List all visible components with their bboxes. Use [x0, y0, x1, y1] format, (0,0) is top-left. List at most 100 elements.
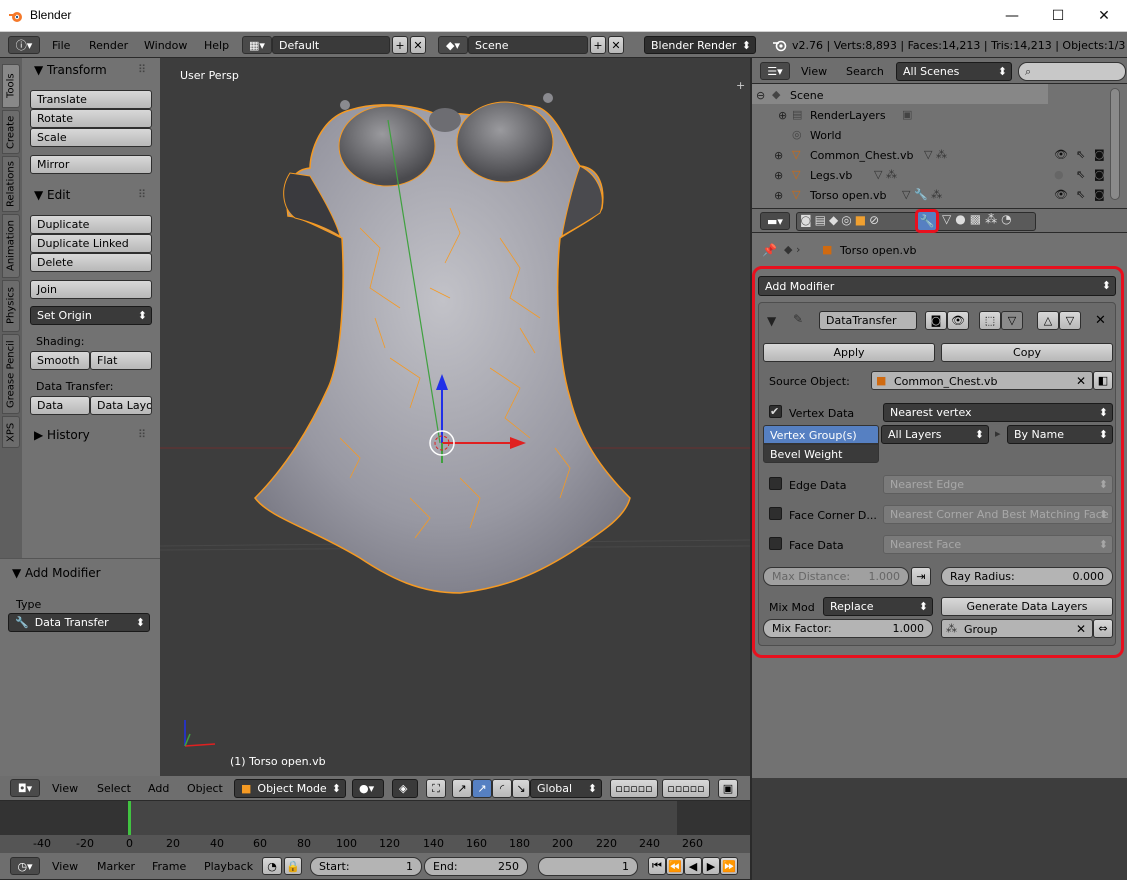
scene-icon[interactable]: ◆▾ [438, 36, 468, 54]
editor-type-3dview-icon[interactable]: ◘▾ [10, 779, 40, 797]
screen-layout-field[interactable]: Default [272, 36, 390, 54]
rotate-button[interactable]: Rotate [30, 109, 152, 128]
outliner-item-common-chest[interactable]: ⊕ ▽ Common_Chest.vb ▽ ⁂ 👁 ⇖ ◙ [752, 146, 1127, 166]
jump-next-key-icon[interactable]: ⏩ [720, 857, 738, 875]
shade-smooth-button[interactable]: Smooth [30, 351, 90, 370]
start-frame-field[interactable]: Start: 1 [310, 857, 422, 876]
tab-create[interactable]: Create [2, 110, 20, 154]
lock-camera-icon[interactable]: ▣ [718, 779, 738, 798]
apply-button[interactable]: Apply [763, 343, 935, 362]
object-data-toggle-icon[interactable]: ◧ [1093, 371, 1113, 390]
transform-panel-header[interactable]: ▼ Transform [34, 64, 107, 76]
close-window-button[interactable]: ✕ [1081, 0, 1127, 32]
layers-grid-1[interactable]: ▫▫▫▫▫ [610, 779, 658, 798]
editor-type-timeline-icon[interactable]: ◷▾ [10, 857, 40, 875]
show-viewport-icon[interactable]: 👁 [947, 311, 969, 330]
outliner-search-input[interactable]: ⌕ [1018, 62, 1126, 81]
menu-object[interactable]: Object [187, 783, 223, 794]
use-max-distance-icon[interactable]: ⇥ [911, 567, 931, 586]
invert-vertex-group-icon[interactable]: ⇔ [1093, 619, 1113, 638]
face-corner-mapping-dropdown[interactable]: Nearest Corner And Best Matching Face ⬍ [883, 505, 1113, 524]
bevel-weight-toggle[interactable]: Bevel Weight [763, 444, 879, 463]
menu-view[interactable]: View [52, 783, 78, 794]
vertex-mapping-dropdown[interactable]: Nearest vertex ⬍ [883, 403, 1113, 422]
panel-grip-icon[interactable]: ⠿ [138, 189, 146, 200]
menu-render[interactable]: Render [89, 40, 128, 51]
lock-range-icon[interactable]: 🔒 [284, 857, 302, 875]
menu-outliner-search[interactable]: Search [846, 66, 884, 77]
face-mapping-dropdown[interactable]: Nearest Face ⬍ [883, 535, 1113, 554]
render-context-icon[interactable]: ◙ [800, 213, 815, 227]
pin-icon[interactable]: 📌 [762, 244, 777, 256]
vertex-group-field[interactable]: ⁂ Group ✕ [941, 619, 1093, 638]
max-distance-field[interactable]: Max Distance: 1.000 [763, 567, 909, 586]
outliner-item-renderlayers[interactable]: ⊕ ▤ RenderLayers ▣ [752, 106, 1127, 126]
duplicate-button[interactable]: Duplicate [30, 215, 152, 234]
play-reverse-icon[interactable]: ◀ [684, 857, 702, 875]
move-down-icon[interactable]: ▽ [1059, 311, 1081, 330]
tab-physics[interactable]: Physics [2, 280, 20, 332]
manipulator-toggle-icon[interactable]: ⛶ [426, 779, 446, 798]
play-icon[interactable]: ▶ [702, 857, 720, 875]
edit-panel-header[interactable]: ▼ Edit [34, 189, 70, 201]
transform-orientation-dropdown[interactable]: Global ⬍ [530, 779, 602, 798]
remove-screen-icon[interactable]: ✕ [410, 36, 426, 54]
manipulator-move-icon[interactable]: ↗ [472, 779, 492, 798]
tab-xps[interactable]: XPS [2, 416, 20, 448]
menu-select[interactable]: Select [97, 783, 131, 794]
visibility-eye-icon[interactable]: 👁 [1054, 149, 1068, 160]
menu-marker[interactable]: Marker [97, 861, 135, 872]
translate-button[interactable]: Translate [30, 90, 152, 109]
show-render-icon[interactable]: ◙ [925, 311, 947, 330]
editor-type-properties-icon[interactable]: ▬▾ [760, 212, 790, 230]
source-object-field[interactable]: ■ Common_Chest.vb ✕ [871, 371, 1093, 390]
set-origin-dropdown[interactable]: Set Origin ⬍ [30, 306, 152, 325]
mirror-button[interactable]: Mirror [30, 155, 152, 174]
scale-button[interactable]: Scale [30, 128, 152, 147]
edge-data-checkbox[interactable] [769, 477, 782, 490]
layers-select-src-dropdown[interactable]: All Layers ⬍ [881, 425, 989, 444]
panel-grip-icon[interactable]: ⠿ [138, 429, 146, 440]
tab-animation[interactable]: Animation [2, 214, 20, 278]
data-transfer-button[interactable]: Data [30, 396, 90, 415]
texture-context-icon[interactable]: ▩ [970, 212, 985, 226]
face-corner-data-checkbox[interactable] [769, 507, 782, 520]
data-layout-button[interactable]: Data Layo [90, 396, 152, 415]
renderable-camera-icon[interactable]: ◙ [1094, 149, 1105, 160]
vertex-groups-toggle[interactable]: Vertex Group(s) [763, 425, 879, 444]
modifier-type-dropdown[interactable]: 🔧 Data Transfer ⬍ [8, 613, 150, 632]
render-layers-context-icon[interactable]: ▤ [815, 213, 829, 227]
collapse-modifier-icon[interactable]: ▼ [767, 315, 776, 327]
expand-icon[interactable]: ⊕ [774, 190, 783, 201]
face-data-checkbox[interactable] [769, 537, 782, 550]
menu-playback[interactable]: Playback [204, 861, 253, 872]
scene-field[interactable]: Scene [468, 36, 588, 54]
duplicate-linked-button[interactable]: Duplicate Linked [30, 234, 152, 253]
physics-context-icon[interactable]: ◔ [1001, 212, 1015, 226]
layers-grid-2[interactable]: ▫▫▫▫▫ [662, 779, 710, 798]
outliner-display-mode-dropdown[interactable]: All Scenes ⬍ [896, 62, 1012, 81]
ray-radius-field[interactable]: Ray Radius: 0.000 [941, 567, 1113, 586]
renderable-camera-icon[interactable]: ◙ [1094, 169, 1105, 180]
jump-start-icon[interactable]: ⏮ [648, 857, 666, 875]
clear-field-icon[interactable]: ✕ [1076, 623, 1086, 635]
shade-flat-button[interactable]: Flat [90, 351, 152, 370]
renderable-camera-icon[interactable]: ◙ [1094, 189, 1105, 200]
material-context-icon[interactable]: ● [955, 212, 969, 226]
modifier-name-input[interactable]: DataTransfer [819, 311, 917, 330]
manipulator-rotate-icon[interactable]: ◜ [492, 779, 512, 798]
menu-add[interactable]: Add [148, 783, 169, 794]
menu-timeline-view[interactable]: View [52, 861, 78, 872]
end-frame-field[interactable]: End: 250 [424, 857, 528, 876]
vertex-data-checkbox[interactable]: ✔ [769, 405, 782, 418]
clear-field-icon[interactable]: ✕ [1076, 375, 1086, 387]
tab-grease-pencil[interactable]: Grease Pencil [2, 334, 20, 414]
3d-viewport[interactable]: User Persp + (1) Torso open.vb [160, 58, 750, 776]
move-up-icon[interactable]: △ [1037, 311, 1059, 330]
outliner-item-legs[interactable]: ⊕ ▽ Legs.vb ▽ ⁂ ● ⇖ ◙ [752, 166, 1127, 186]
current-frame-marker[interactable] [128, 801, 131, 835]
manipulator-scale-icon[interactable]: ↘ [512, 779, 530, 798]
selectable-cursor-icon[interactable]: ⇖ [1076, 169, 1085, 180]
selectable-cursor-icon[interactable]: ⇖ [1076, 149, 1085, 160]
viewport-shading-dropdown[interactable]: ●▾ [352, 779, 384, 798]
